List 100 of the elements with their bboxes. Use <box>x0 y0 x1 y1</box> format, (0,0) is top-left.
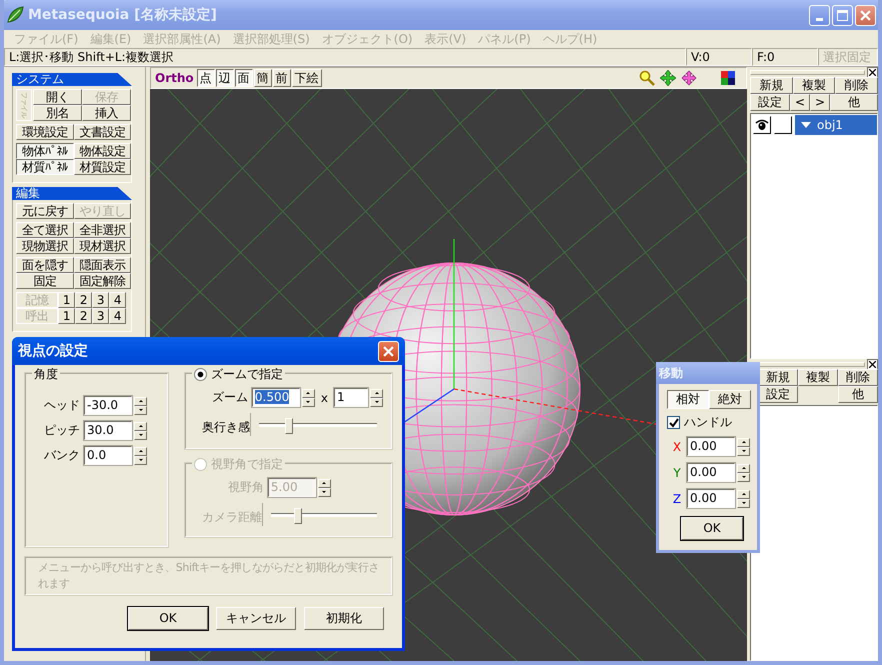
number-field[interactable]: 0.0 <box>84 446 132 465</box>
command-button[interactable]: 1 <box>58 292 75 308</box>
dialog-button[interactable]: 初期化 <box>304 607 384 630</box>
close-icon <box>383 346 394 356</box>
spin-up-button[interactable] <box>737 464 750 472</box>
command-button[interactable]: 2 <box>75 308 92 324</box>
display-toggle-button[interactable]: 前 <box>272 69 291 87</box>
display-toggle-button[interactable]: 点 <box>196 69 215 87</box>
spin-down-button[interactable] <box>737 446 750 456</box>
spin-up-button[interactable] <box>737 438 750 446</box>
maximize-button[interactable] <box>832 4 853 26</box>
number-field[interactable]: 0.500 <box>252 388 300 407</box>
panel-button[interactable]: 複製 <box>798 369 838 386</box>
spin-up-button[interactable] <box>134 446 147 456</box>
spin-down-button[interactable] <box>134 430 147 440</box>
section-header: 編集 <box>12 187 132 200</box>
minimize-button[interactable] <box>809 4 830 26</box>
axis-label: Z <box>672 492 682 506</box>
command-button[interactable]: 文書設定 <box>74 124 131 140</box>
spin-up-button[interactable] <box>134 396 147 406</box>
color-grid-icon[interactable] <box>720 70 736 86</box>
handle-checkbox[interactable]: ハンドル <box>667 414 751 431</box>
command-button[interactable]: 物体設定 <box>74 143 131 159</box>
projection-mode-label[interactable]: Ortho <box>155 71 194 85</box>
command-button[interactable]: 固定 <box>16 273 74 289</box>
command-button[interactable]: 元に戻す <box>16 203 74 219</box>
number-field[interactable]: 0.00 <box>687 437 735 456</box>
command-button[interactable]: 3 <box>92 308 109 324</box>
visibility-toggle[interactable] <box>753 116 771 134</box>
number-field[interactable]: 1 <box>334 388 368 407</box>
command-button[interactable]: 材質設定 <box>74 159 131 175</box>
command-button[interactable]: 挿入 <box>82 105 131 121</box>
panel-close-button[interactable] <box>867 358 878 370</box>
dialog-button[interactable]: OK <box>128 607 208 630</box>
panel-button[interactable]: 複製 <box>792 77 836 94</box>
spin-down-button[interactable] <box>134 456 147 464</box>
number-field[interactable]: 0.00 <box>687 463 735 482</box>
command-button[interactable]: 材質ﾊﾟﾈﾙ <box>16 159 74 175</box>
command-button[interactable]: 環境設定 <box>16 124 74 140</box>
close-icon <box>860 10 871 20</box>
slider-thumb[interactable] <box>285 418 294 434</box>
status-hint: L:選択･移動 Shift+L:複数選択 <box>4 48 686 66</box>
command-button[interactable]: 物体ﾊﾟﾈﾙ <box>16 143 74 159</box>
command-button[interactable]: 固定解除 <box>74 273 131 289</box>
dialog-button[interactable]: キャンセル <box>216 607 296 630</box>
spin-up-button[interactable] <box>134 422 147 430</box>
display-toggle-button[interactable]: 辺 <box>216 69 234 87</box>
command-button[interactable]: 開く <box>33 89 82 105</box>
mode-toggle-button[interactable]: 相対 <box>667 390 709 409</box>
panel-button[interactable]: > <box>810 94 830 111</box>
panel-button[interactable]: 新規 <box>750 77 793 94</box>
number-field[interactable]: -30.0 <box>84 396 132 415</box>
close-button[interactable] <box>855 4 876 26</box>
lock-toggle[interactable] <box>774 116 792 134</box>
move-arrows-icon[interactable] <box>660 70 676 86</box>
panel-close-button[interactable] <box>867 66 878 78</box>
panel-button[interactable]: 削除 <box>838 369 878 386</box>
axis-label: Y <box>672 466 682 480</box>
expand-triangle-icon[interactable] <box>801 122 811 128</box>
command-button[interactable]: 4 <box>109 308 126 324</box>
display-toggle-button[interactable]: 面 <box>234 69 253 87</box>
panel-button[interactable]: 設定 <box>750 94 790 111</box>
zoom-magnifier-icon[interactable] <box>639 70 655 86</box>
mode-toggle-button[interactable]: 絶対 <box>709 390 751 409</box>
spin-up-button[interactable] <box>302 388 315 398</box>
display-toggle-button[interactable]: 簡 <box>254 69 272 87</box>
command-button[interactable]: 現物選択 <box>16 238 74 254</box>
spin-down-button[interactable] <box>302 398 315 406</box>
spin-down-button[interactable] <box>737 472 750 482</box>
spin-down-button[interactable] <box>737 498 750 508</box>
spin-up-button[interactable] <box>737 490 750 498</box>
panel-button[interactable]: < <box>790 94 810 111</box>
command-button[interactable]: 2 <box>75 292 92 308</box>
command-button[interactable]: 隠面表示 <box>74 257 131 273</box>
command-button[interactable]: 現材選択 <box>74 238 131 254</box>
dialog-title: 視点の設定 <box>18 342 89 360</box>
command-button[interactable]: 3 <box>92 292 109 308</box>
field-label: ヘッド <box>43 397 80 414</box>
command-button[interactable]: 全非選択 <box>74 222 131 238</box>
ok-button[interactable]: OK <box>681 517 743 540</box>
panel-button[interactable]: 他 <box>830 94 878 111</box>
command-button[interactable]: 全て選択 <box>16 222 74 238</box>
command-button[interactable]: 別名 <box>33 105 82 121</box>
spin-up-button[interactable] <box>370 388 383 398</box>
command-button[interactable]: 1 <box>58 308 75 324</box>
rotate-icon[interactable] <box>681 70 697 86</box>
number-field[interactable]: 0.00 <box>687 489 735 508</box>
close-button[interactable] <box>378 340 399 362</box>
display-toggle-button[interactable]: 下絵 <box>292 69 322 87</box>
number-field[interactable]: 30.0 <box>84 421 132 440</box>
command-button[interactable]: 面を隠す <box>16 257 74 273</box>
spin-down-button[interactable] <box>134 406 147 414</box>
command-button[interactable]: 4 <box>109 292 126 308</box>
zoom-radio[interactable]: ズームで指定 <box>192 366 285 383</box>
panel-button[interactable]: 削除 <box>835 77 878 94</box>
field-label: バンク <box>43 447 80 464</box>
object-list-item[interactable]: obj1 <box>795 115 877 135</box>
panel-button[interactable]: 他 <box>838 386 878 403</box>
spin-down-button[interactable] <box>370 398 383 406</box>
hint-text: メニューから呼び出すとき、Shiftキーを押しながらだと初期化が実行されます <box>25 557 392 595</box>
